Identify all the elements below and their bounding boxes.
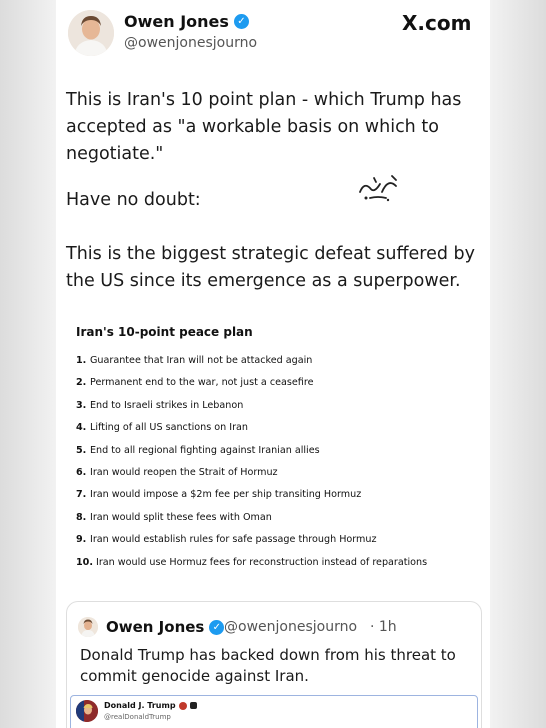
quoted-author-name-text: Owen Jones	[106, 618, 205, 636]
quoted-avatar[interactable]	[78, 617, 98, 637]
list-text: Iran would split these fees with Oman	[90, 511, 272, 523]
list-number: 8.	[76, 511, 87, 523]
tweet-paragraph-1: This is Iran's 10 point plan - which Tru…	[66, 90, 462, 164]
list-text: Guarantee that Iran will not be attacked…	[90, 355, 313, 366]
list-item: 4. Lifting of all US sanctions on Iran	[76, 417, 427, 439]
quoted-author-name[interactable]: Owen Jones ✓	[106, 618, 225, 636]
quoted-timestamp[interactable]: · 1h	[370, 619, 397, 635]
author-name[interactable]: Owen Jones ✓	[124, 12, 249, 31]
verified-badge-icon: ✓	[209, 619, 225, 635]
background-left	[0, 0, 56, 728]
tweet-paragraph-2: Have no doubt:	[66, 190, 201, 210]
tweet-card: Owen Jones ✓ @owenjonesjourno X.com This…	[56, 0, 490, 728]
list-number: 4.	[76, 422, 87, 434]
list-text: End to all regional fighting against Ira…	[90, 444, 320, 456]
embedded-post[interactable]	[70, 695, 478, 728]
list-text: Iran would establish rules for safe pass…	[90, 534, 377, 546]
list-item: 7. Iran would impose a $2m fee per ship t…	[76, 484, 427, 506]
list-number: 6.	[76, 466, 87, 478]
quoted-author-handle[interactable]: @owenjonesjourno	[224, 619, 357, 635]
list-item: 1. Guarantee that Iran will not be attack…	[76, 350, 427, 372]
list-number: 10.	[76, 556, 93, 568]
tweet-paragraph-3: This is the biggest strategic defeat suf…	[66, 244, 476, 291]
list-text: Lifting of all US sanctions on Iran	[90, 422, 248, 434]
badge-icon	[178, 701, 187, 710]
list-number: 9.	[76, 534, 87, 546]
list-text: Iran would use Hormuz fees for reconstru…	[96, 556, 428, 568]
list-text: End to Israeli strikes in Lebanon	[90, 399, 244, 411]
avatar[interactable]	[68, 10, 114, 56]
background-right	[490, 0, 546, 728]
list-number: 1.	[76, 355, 87, 366]
list-text: Iran would impose a $2m fee per ship tra…	[90, 489, 362, 501]
list-item: 3. End to Israeli strikes in Lebanon	[76, 395, 427, 417]
x-logo-icon[interactable]: X.com	[402, 11, 471, 35]
author-name-text: Owen Jones	[124, 12, 229, 31]
author-handle[interactable]: @owenjonesjourno	[124, 35, 257, 51]
list-number: 5.	[76, 444, 87, 456]
list-item: 2. Permanent end to the war, not just a c…	[76, 372, 427, 394]
quoted-tweet-text: Donald Trump has backed down from his th…	[80, 646, 456, 685]
plan-list: 1. Guarantee that Iran will not be attack…	[76, 350, 427, 574]
embedded-author-handle[interactable]: @realDonaldTrump	[104, 713, 171, 721]
list-item: 8. Iran would split these fees with Oman	[76, 507, 427, 529]
list-number: 7.	[76, 489, 87, 501]
list-text: Permanent end to the war, not just a cea…	[90, 377, 314, 389]
verified-badge-icon: ✓	[233, 14, 249, 29]
embedded-author-name[interactable]: Donald J. Trump	[104, 701, 197, 710]
list-item: 6. Iran would reopen the Strait of Hormuz	[76, 462, 427, 484]
list-number: 2.	[76, 377, 87, 389]
affiliation-icon	[189, 702, 197, 709]
list-item: 5. End to all regional fighting against I…	[76, 440, 427, 462]
embedded-author-name-text: Donald J. Trump	[104, 701, 176, 710]
list-item: 9. Iran would establish rules for safe pa…	[76, 529, 427, 551]
plan-title: Iran's 10-point peace plan	[76, 325, 253, 339]
list-item: 10. Iran would use Hormuz fees for recons…	[76, 552, 427, 574]
watermark-logo	[359, 175, 397, 202]
list-number: 3.	[76, 399, 87, 411]
list-text: Iran would reopen the Strait of Hormuz	[90, 466, 278, 478]
embedded-avatar[interactable]	[76, 700, 98, 722]
